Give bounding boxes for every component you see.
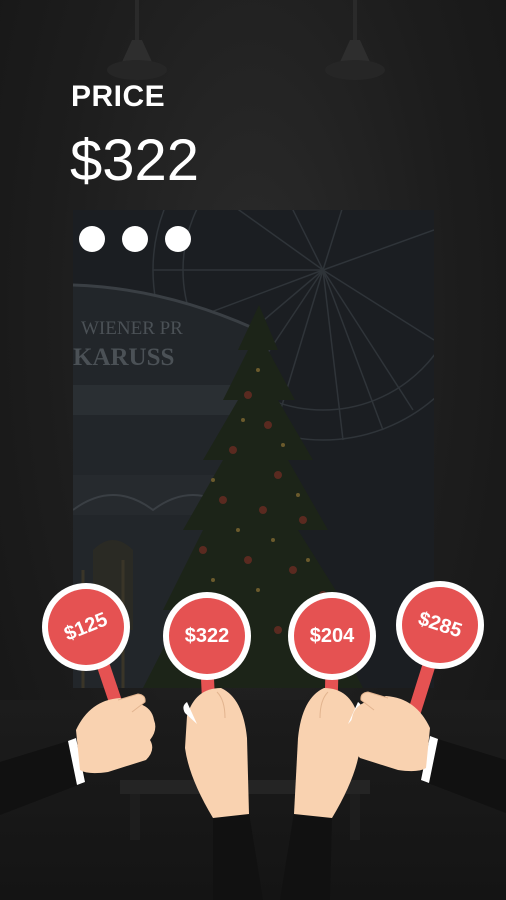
bid-amount-label: $322 (184, 625, 230, 647)
slide-dot[interactable] (79, 226, 105, 252)
current-price: $322 (70, 128, 200, 193)
ceiling-lamp-icon (107, 0, 167, 80)
carousel-sign-line2: KARUSS (73, 344, 174, 371)
slide-dot[interactable] (165, 226, 191, 252)
bid-option[interactable]: $322 (155, 588, 265, 900)
slide-dot[interactable] (122, 226, 148, 252)
price-label: PRICE (71, 80, 166, 113)
bid-option[interactable]: $285 (336, 578, 506, 818)
carousel-sign-line1: WIENER PR (81, 318, 183, 339)
ceiling-lamp-icon (325, 0, 385, 80)
bid-option[interactable]: $125 (0, 580, 170, 820)
slide-indicator (79, 226, 191, 252)
